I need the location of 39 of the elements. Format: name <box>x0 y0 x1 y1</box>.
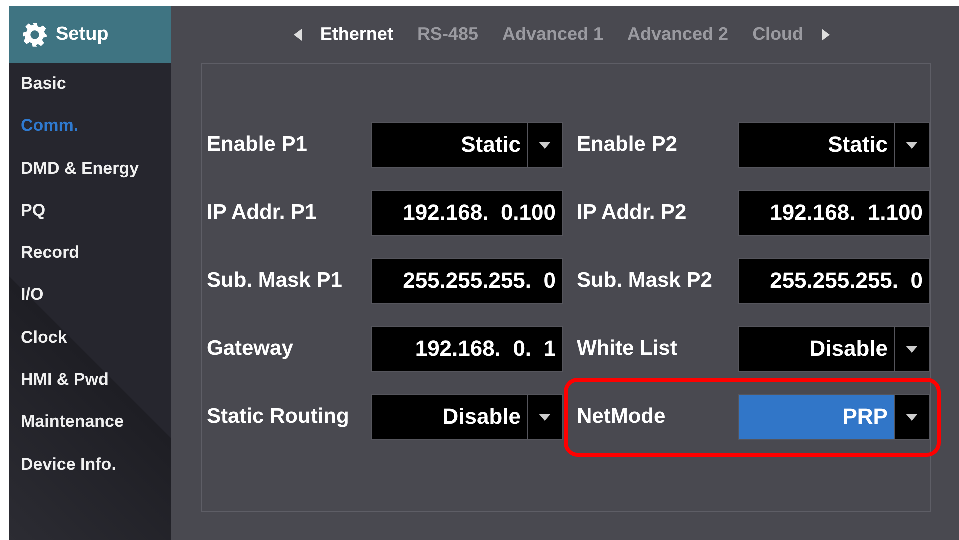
field-label: IP Addr. P2 <box>577 201 688 225</box>
field-label: NetMode <box>577 405 667 429</box>
tab[interactable]: Ethernet <box>308 24 406 45</box>
field-label: Enable P1 <box>207 133 308 157</box>
field-label: Static Routing <box>207 405 350 429</box>
caret-icon <box>539 142 551 148</box>
dropdown[interactable]: Static <box>371 122 563 168</box>
sidebar-item[interactable]: Device Info. <box>9 444 171 486</box>
input-field[interactable]: 192.168. 0.100 <box>371 190 563 236</box>
field-label: Sub. Mask P2 <box>577 269 714 293</box>
sidebar-item[interactable]: Record <box>9 232 171 274</box>
caret-icon <box>906 142 918 148</box>
setup-title: Setup <box>56 24 109 46</box>
field-label: White List <box>577 337 678 361</box>
field-label: IP Addr. P1 <box>207 201 318 225</box>
field-label: Gateway <box>207 337 294 361</box>
field-label: Sub. Mask P1 <box>207 269 344 293</box>
input-field[interactable]: 255.255.255. 0 <box>738 258 930 304</box>
sidebar-item[interactable]: HMI & Pwd <box>9 359 171 402</box>
dropdown[interactable]: Disable <box>371 394 563 440</box>
sidebar-item[interactable]: Maintenance <box>9 401 171 444</box>
input-field[interactable]: 192.168. 1.100 <box>738 190 930 236</box>
sidebar-item[interactable]: Clock <box>9 316 171 360</box>
left-arrow-icon[interactable] <box>294 28 302 40</box>
input-field[interactable]: 255.255.255. 0 <box>371 258 563 304</box>
sidebar-item[interactable]: DMD & Energy <box>9 148 171 190</box>
gear-icon <box>22 22 48 48</box>
caret-icon <box>539 414 551 420</box>
sidebar-item[interactable]: I/O <box>9 274 171 317</box>
caret-icon <box>906 346 918 352</box>
field-label: Enable P2 <box>577 133 678 157</box>
caret-icon <box>906 414 918 420</box>
input-field[interactable]: 192.168. 0. 1 <box>371 326 563 372</box>
sidebar-item[interactable]: Basic <box>9 63 171 106</box>
dropdown[interactable]: Disable <box>738 326 930 372</box>
sidebar-item[interactable]: PQ <box>9 190 171 232</box>
dropdown[interactable]: Static <box>738 122 930 168</box>
dropdown[interactable]: PRP <box>738 394 930 440</box>
right-arrow-icon[interactable] <box>822 28 830 40</box>
